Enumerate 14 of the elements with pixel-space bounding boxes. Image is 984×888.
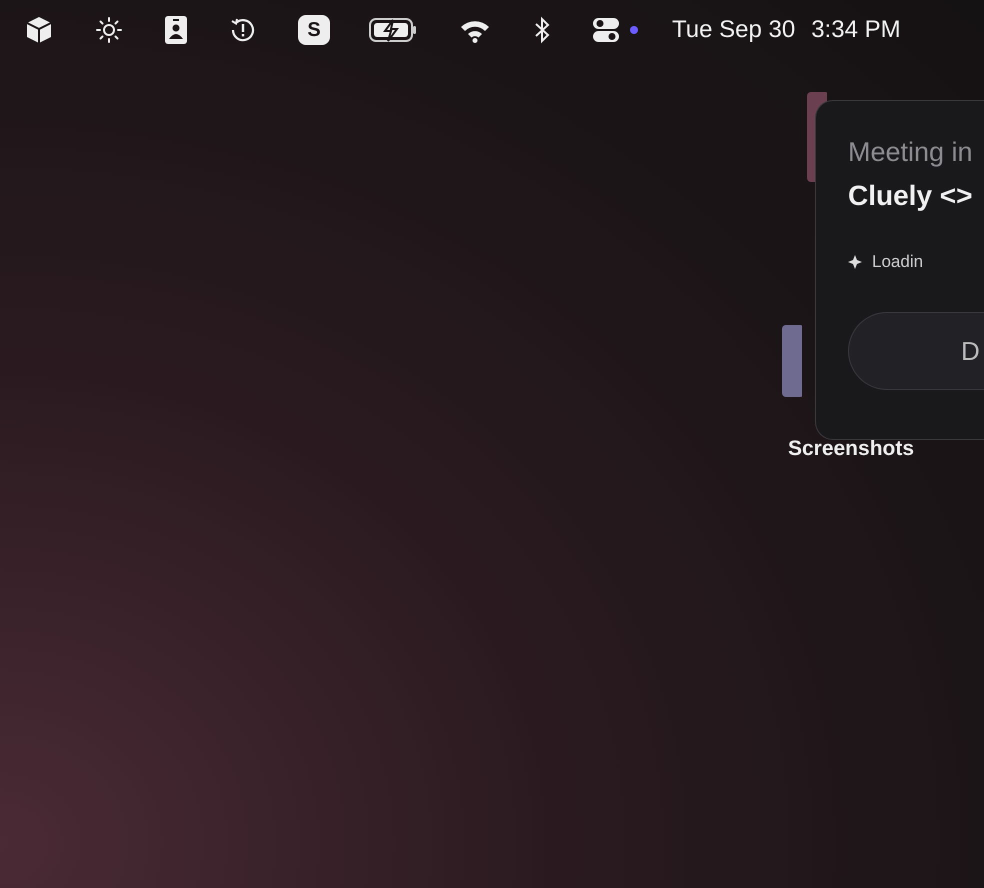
menu-bar-time[interactable]: 3:34 PM: [811, 16, 901, 44]
cube-icon[interactable]: [24, 15, 54, 45]
brightness-icon[interactable]: [94, 15, 124, 45]
panel-button[interactable]: D: [848, 312, 984, 390]
app-icon[interactable]: S: [298, 15, 330, 45]
notification-subtitle: Meeting in: [848, 137, 974, 168]
notification-title: Cluely <>: [848, 180, 974, 212]
sparkle-icon: [848, 255, 862, 269]
status-text: Loadin: [872, 252, 924, 272]
folder-label[interactable]: Screenshots: [788, 437, 914, 461]
menu-bar-date[interactable]: Tue Sep 30: [672, 16, 796, 44]
id-badge-icon[interactable]: [164, 15, 188, 45]
battery-charging-icon[interactable]: [368, 16, 418, 44]
control-center-icon[interactable]: [592, 16, 620, 44]
